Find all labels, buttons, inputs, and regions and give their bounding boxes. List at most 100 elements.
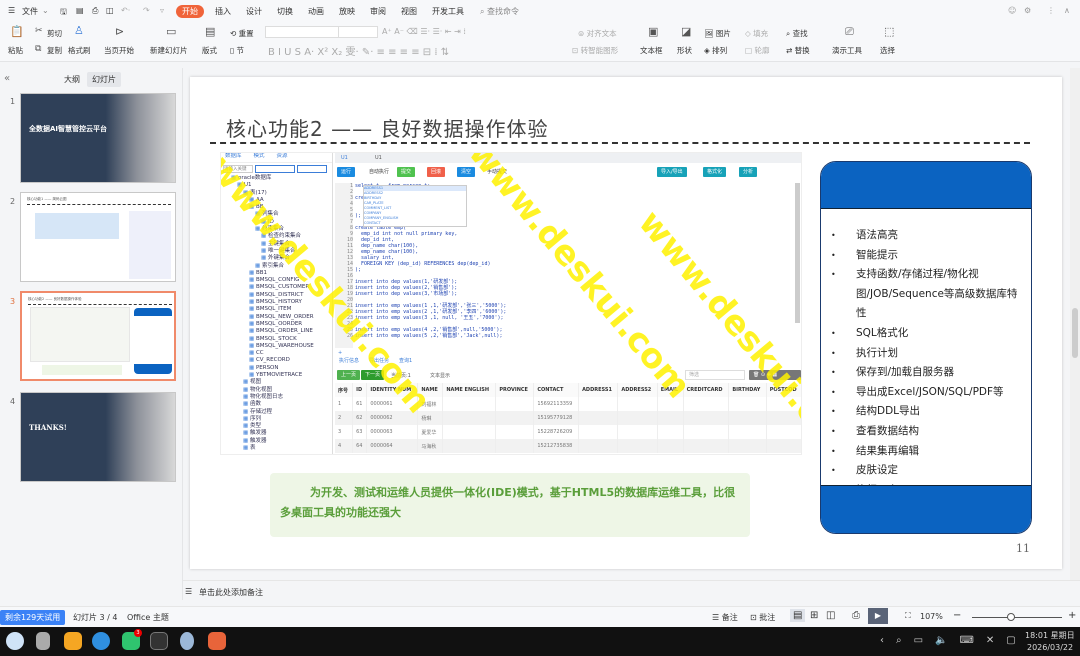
wps-presentation-icon[interactable] <box>208 632 226 650</box>
system-tray-icons[interactable]: ‹⌕▭🔈⌨✕▢ <box>880 635 1028 646</box>
search-command[interactable]: ⌕ 查找命令 <box>480 6 519 17</box>
browser-icon[interactable] <box>92 632 110 650</box>
column-header[interactable]: BIRTHDAY <box>728 383 767 397</box>
outline-button[interactable]: □ 轮廓 <box>745 45 769 56</box>
result-tab[interactable]: 执行信息 <box>339 357 359 364</box>
tree-node[interactable]: 表 <box>231 445 332 452</box>
table-cell[interactable] <box>766 425 801 439</box>
table-cell[interactable]: 1 <box>335 397 354 411</box>
table-cell[interactable] <box>766 439 801 453</box>
collapse-panel-icon[interactable]: « <box>4 73 10 84</box>
notes-bar[interactable]: ☰ 单击此处添加备注 <box>183 580 1080 602</box>
result-grid[interactable]: 序号 ID IDENTITY NUM NAME NAME ENGLISH PROVINCE… <box>335 383 801 453</box>
find-button[interactable]: ⌕ 查找 <box>786 28 808 39</box>
tree-tab[interactable]: 资源 <box>277 153 288 162</box>
tree-node[interactable]: BMSQL_DISTRICT <box>231 292 332 299</box>
table-cell[interactable]: 64 <box>352 439 368 453</box>
voice-assistant-icon[interactable] <box>180 632 194 650</box>
collapse-ribbon-icon[interactable]: ∧ <box>1064 6 1070 15</box>
reset-button[interactable]: ⟲ 重置 <box>230 28 254 39</box>
slide-sorter-icon[interactable]: ⊞ <box>810 610 818 621</box>
column-header[interactable]: EMAIL <box>657 383 684 397</box>
shape-button[interactable]: 形状 <box>677 45 692 56</box>
table-cell[interactable]: 杨琳 <box>417 411 444 425</box>
tab-design[interactable]: 设计 <box>246 6 262 17</box>
from-current-button[interactable]: 当页开始 <box>104 45 134 56</box>
replace-button[interactable]: ⇄ 替换 <box>786 45 810 56</box>
tree-node[interactable]: 列集合 <box>231 211 332 218</box>
result-tab[interactable]: 查询1 <box>399 357 412 364</box>
notes-toggle[interactable]: ☰ 备注 <box>712 612 738 623</box>
autocomplete-item[interactable]: CONTACT <box>364 221 466 226</box>
code-line[interactable]: insert into emp values(5 ,2,'销售部','Jack'… <box>355 333 506 339</box>
db-tool-screenshot[interactable]: 数据库模式资源 请输入关键 oracle数据库U1表(17)AABB列集合ID约… <box>220 152 802 455</box>
table-cell[interactable] <box>683 397 730 411</box>
textbox-button[interactable]: 文本框 <box>640 45 663 56</box>
tree-node[interactable]: 函数 <box>231 401 332 408</box>
layout-button[interactable]: 版式 <box>202 45 217 56</box>
tab-slideshow[interactable]: 放映 <box>339 6 355 17</box>
normal-view-icon[interactable]: ▤ <box>790 609 806 622</box>
tree-tab[interactable]: 数据库 <box>225 153 242 162</box>
table-cell[interactable] <box>657 425 684 439</box>
table-cell[interactable] <box>495 439 535 453</box>
select-button[interactable]: 选择 <box>880 45 895 56</box>
tab-review[interactable]: 审阅 <box>370 6 386 17</box>
tree-node[interactable]: BB <box>231 204 332 211</box>
clock-date[interactable]: 2026/03/22 <box>1027 643 1073 652</box>
zoom-level[interactable]: 107% <box>920 612 943 621</box>
table-cell[interactable] <box>657 439 684 453</box>
table-cell[interactable] <box>683 439 730 453</box>
trial-badge[interactable]: 剩余129天试用 <box>0 610 66 625</box>
tree-node[interactable]: oracle数据库 <box>231 175 332 182</box>
tab-slides[interactable]: 幻灯片 <box>87 72 121 87</box>
tree-node[interactable]: PERSON <box>231 365 332 372</box>
align-text-button[interactable]: ⊜ 对齐文本 <box>578 28 617 39</box>
table-cell[interactable] <box>442 439 497 453</box>
tree-node[interactable]: BMSQL_HISTORY <box>231 299 332 306</box>
print-preview-icon[interactable]: ◫ <box>106 6 114 15</box>
present-tools-button[interactable]: 演示工具 <box>832 45 862 56</box>
table-cell[interactable] <box>578 425 619 439</box>
tree-filter[interactable] <box>255 165 295 173</box>
column-header[interactable]: PROVINCE <box>495 383 535 397</box>
comment-toggle[interactable]: ⊡ 批注 <box>750 612 775 623</box>
table-cell[interactable]: 62 <box>352 411 368 425</box>
table-cell[interactable] <box>578 439 619 453</box>
add-icon[interactable]: + <box>338 350 342 356</box>
arrange-button[interactable]: ◈ 排列 <box>704 45 727 56</box>
tab-transition[interactable]: 切换 <box>277 6 293 17</box>
table-cell[interactable] <box>657 397 684 411</box>
more-icon[interactable]: ⋮ <box>1047 6 1055 15</box>
tree-node[interactable]: 外键集合 <box>231 255 332 262</box>
editor-toolbar-button[interactable]: 导入/导出 <box>657 167 687 177</box>
tab-view[interactable]: 视图 <box>401 6 417 17</box>
launcher-icon[interactable] <box>6 632 24 650</box>
column-header[interactable]: CONTACT <box>533 383 580 397</box>
slide-thumbnail-1[interactable]: 全数据AI智慧管控云平台 <box>20 93 176 183</box>
save-icon[interactable]: 🖫 <box>60 6 67 20</box>
editor-toolbar-button[interactable]: 提交 <box>397 167 416 177</box>
table-cell[interactable] <box>728 439 767 453</box>
table-cell[interactable] <box>766 397 801 411</box>
font-size-select[interactable] <box>338 26 378 38</box>
editor-toolbar-button[interactable]: 分析 <box>739 167 758 177</box>
copy-button[interactable]: 复制 <box>47 45 62 56</box>
tree-node[interactable]: 存储过程 <box>231 409 332 416</box>
table-cell[interactable]: 0000061 <box>366 397 419 411</box>
redo-icon[interactable]: ↷ <box>143 6 150 15</box>
column-header[interactable]: ID <box>352 383 368 397</box>
tree-node[interactable]: 表(17) <box>231 190 332 197</box>
text-display-checkbox[interactable]: 文本显示 <box>430 372 450 379</box>
tree-node[interactable]: BMSQL_NEW_ORDER <box>231 314 332 321</box>
tab-animation[interactable]: 动画 <box>308 6 324 17</box>
reading-view-icon[interactable]: ◫ <box>826 610 835 621</box>
tree-node[interactable]: 物化视图 <box>231 387 332 394</box>
table-cell[interactable]: 15212735838 <box>533 439 580 453</box>
play-slideshow-button[interactable]: ▶ <box>868 608 888 624</box>
tree-node[interactable]: AA <box>231 197 332 204</box>
editor-toolbar-button[interactable]: 回滚 <box>427 167 446 177</box>
table-cell[interactable]: 15228726209 <box>533 425 580 439</box>
tree-node[interactable]: 索引集合 <box>231 263 332 270</box>
tree-tab[interactable]: 模式 <box>254 153 265 162</box>
